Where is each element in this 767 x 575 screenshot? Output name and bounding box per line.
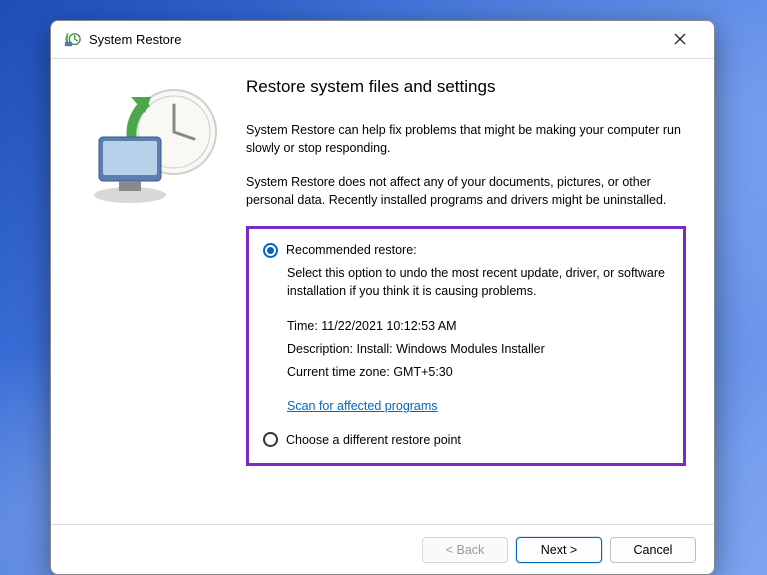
recommended-restore-description: Select this option to undo the most rece… bbox=[287, 264, 669, 302]
close-icon bbox=[674, 32, 686, 48]
radio-unselected-icon bbox=[263, 432, 278, 447]
options-panel: Recommended restore: Select this option … bbox=[246, 226, 686, 467]
back-button[interactable]: < Back bbox=[422, 537, 508, 563]
intro-paragraph-1: System Restore can help fix problems tha… bbox=[246, 121, 686, 157]
restore-description: Description: Install: Windows Modules In… bbox=[287, 340, 669, 359]
content-area: Restore system files and settings System… bbox=[246, 67, 714, 524]
choose-different-label: Choose a different restore point bbox=[286, 433, 461, 447]
choose-different-option[interactable]: Choose a different restore point bbox=[263, 432, 669, 447]
recommended-restore-label: Recommended restore: bbox=[286, 243, 417, 257]
titlebar: System Restore bbox=[51, 21, 714, 59]
restore-timezone: Current time zone: GMT+5:30 bbox=[287, 363, 669, 382]
dialog-footer: < Back Next > Cancel bbox=[51, 524, 714, 574]
cancel-button[interactable]: Cancel bbox=[610, 537, 696, 563]
close-button[interactable] bbox=[658, 25, 702, 55]
restore-artwork-icon bbox=[69, 77, 229, 217]
intro-paragraph-2: System Restore does not affect any of yo… bbox=[246, 173, 686, 209]
scan-affected-programs-link[interactable]: Scan for affected programs bbox=[287, 397, 438, 416]
sidebar bbox=[51, 67, 246, 524]
page-title: Restore system files and settings bbox=[246, 77, 686, 97]
recommended-restore-option[interactable]: Recommended restore: bbox=[263, 243, 669, 258]
system-restore-icon bbox=[63, 31, 81, 49]
restore-time: Time: 11/22/2021 10:12:53 AM bbox=[287, 317, 669, 336]
titlebar-title: System Restore bbox=[89, 32, 181, 47]
dialog-body: Restore system files and settings System… bbox=[51, 59, 714, 524]
radio-selected-icon bbox=[263, 243, 278, 258]
system-restore-window: System Restore bbox=[50, 20, 715, 575]
next-button[interactable]: Next > bbox=[516, 537, 602, 563]
